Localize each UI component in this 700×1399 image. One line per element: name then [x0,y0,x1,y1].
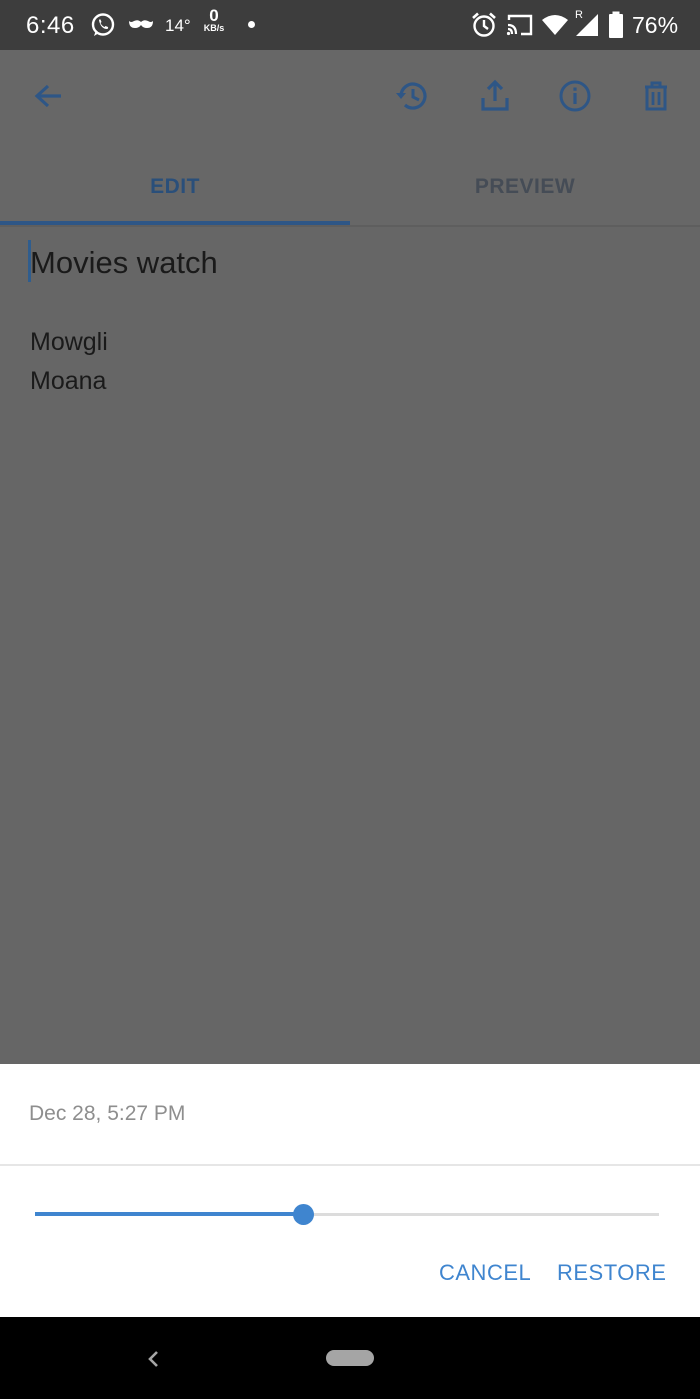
back-arrow-icon[interactable] [31,78,67,114]
cast-icon [506,13,534,42]
nav-back-icon[interactable] [146,1349,160,1374]
network-speed-value: 0 [209,6,219,25]
status-temperature: 14° [165,16,191,35]
app-bar: EDIT PREVIEW [0,50,700,227]
note-editor[interactable]: Movies watch Mowgli Moana [0,228,700,1064]
note-line[interactable]: Moana [30,367,106,396]
version-history-sheet: Dec 28, 5:27 PM CANCEL RESTORE [0,1064,700,1317]
battery-icon [608,11,624,44]
status-time: 6:46 [26,12,75,39]
network-speed: 0 KB/s [201,6,227,34]
version-slider[interactable] [35,1202,659,1228]
whatsapp-icon [90,12,116,43]
tab-preview[interactable]: PREVIEW [350,172,700,226]
share-icon[interactable] [477,78,513,114]
note-line[interactable]: Mowgli [30,328,108,357]
version-timestamp: Dec 28, 5:27 PM [29,1102,186,1125]
battery-percent: 76% [632,12,679,38]
history-icon[interactable] [394,78,430,114]
wifi-icon [541,14,569,41]
mustache-icon [128,18,154,37]
cancel-button[interactable]: CANCEL [439,1260,531,1286]
alarm-icon [471,11,497,44]
sheet-divider [0,1164,700,1166]
info-icon[interactable] [557,78,593,114]
restore-button[interactable]: RESTORE [557,1260,666,1286]
nav-home-pill-icon[interactable] [326,1350,374,1366]
signal-icon [575,13,599,42]
slider-thumb[interactable] [293,1204,314,1225]
network-speed-unit: KB/s [203,23,225,33]
status-bar: 6:46 14° 0 KB/s R 76% [0,0,700,50]
note-title[interactable]: Movies watch [30,245,218,281]
tab-edit[interactable]: EDIT [0,172,350,226]
tab-divider [0,225,700,227]
navigation-bar [0,1317,700,1399]
dot-icon [248,21,255,28]
slider-fill [35,1212,303,1216]
delete-icon[interactable] [638,78,674,114]
